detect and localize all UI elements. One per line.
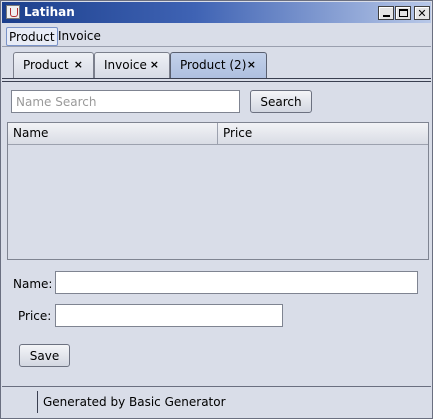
maximize-icon <box>398 9 408 17</box>
window-title: Latihan <box>24 5 75 19</box>
price-field[interactable] <box>55 304 283 327</box>
name-label: Name: <box>13 277 53 291</box>
tab-label: Product (2) <box>180 58 247 72</box>
tab-close-icon[interactable]: × <box>74 53 83 77</box>
tab-close-icon[interactable]: × <box>247 53 256 77</box>
app-window: Latihan ✕ Product Invoice Product × Invo… <box>0 0 433 419</box>
column-header-price[interactable]: Price <box>218 123 428 144</box>
tab-invoice[interactable]: Invoice × <box>94 52 170 78</box>
java-app-icon <box>6 5 20 19</box>
status-text: Generated by Basic Generator <box>43 395 226 409</box>
status-bar: Generated by Basic Generator <box>2 386 431 416</box>
tab-label: Invoice <box>104 58 147 72</box>
minimize-button[interactable] <box>378 6 394 20</box>
column-header-name[interactable]: Name <box>8 123 218 144</box>
search-button[interactable]: Search <box>250 90 312 113</box>
maximize-button[interactable] <box>395 6 411 20</box>
tab-label: Product <box>23 58 69 72</box>
tab-product-2[interactable]: Product (2) × <box>170 52 267 78</box>
menu-bar: Product Invoice <box>2 25 431 47</box>
save-button[interactable]: Save <box>19 344 70 367</box>
name-search-input[interactable] <box>11 90 240 113</box>
minimize-icon <box>382 15 390 17</box>
table-header: Name Price <box>8 123 428 145</box>
price-label: Price: <box>18 309 52 323</box>
close-window-button[interactable]: ✕ <box>414 6 430 20</box>
title-bar[interactable]: Latihan ✕ <box>2 2 431 23</box>
name-field[interactable] <box>55 271 418 294</box>
close-icon: ✕ <box>417 6 427 20</box>
status-separator <box>37 391 38 413</box>
tab-divider <box>2 78 431 82</box>
menu-product[interactable]: Product <box>6 27 58 46</box>
tab-product[interactable]: Product × <box>13 52 94 78</box>
product-table[interactable]: Name Price <box>7 122 429 260</box>
tab-close-icon[interactable]: × <box>150 53 159 77</box>
menu-invoice[interactable]: Invoice <box>56 27 103 46</box>
